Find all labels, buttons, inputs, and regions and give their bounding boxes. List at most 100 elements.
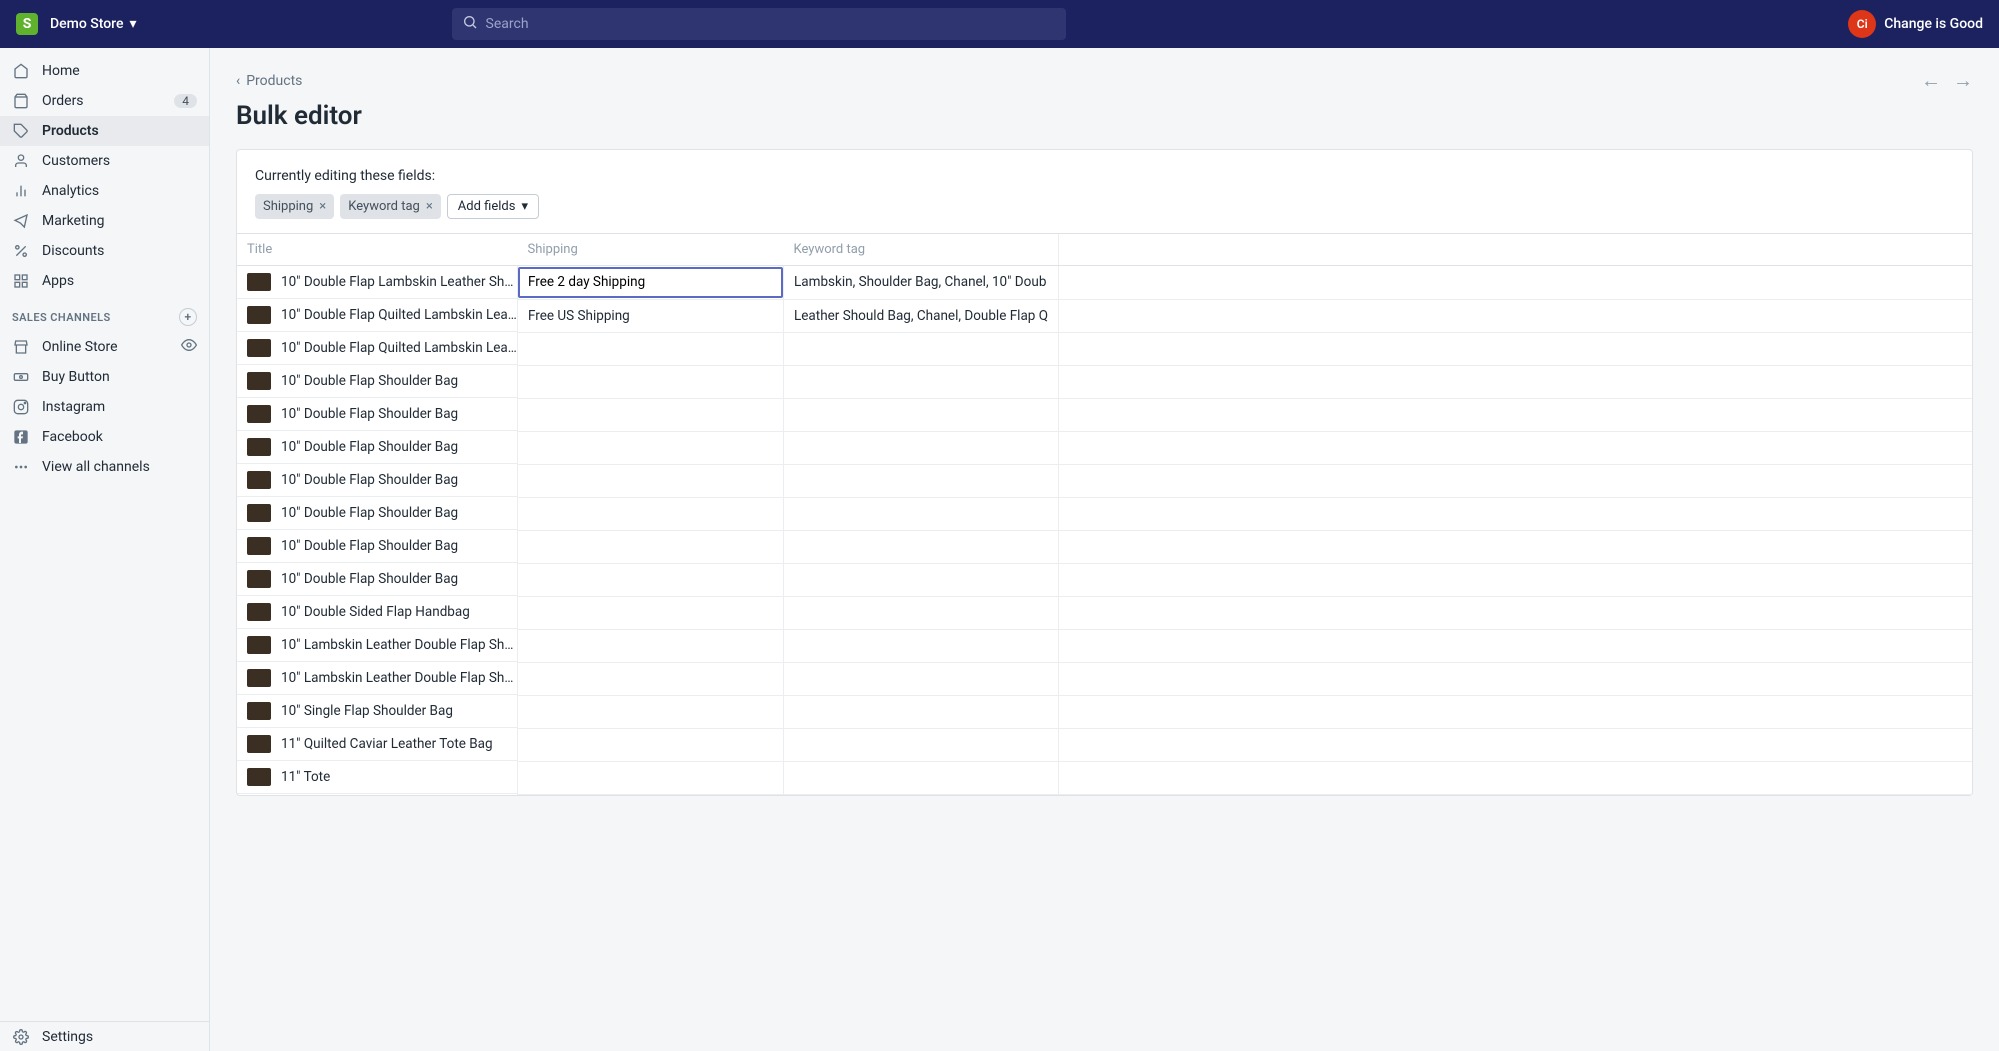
store-selector[interactable]: Demo Store ▾ [50, 16, 137, 32]
sidebar-item-label: Analytics [42, 183, 99, 199]
title-cell[interactable]: 10" Double Flap Quilted Lambskin Lea… [237, 332, 517, 365]
shipping-cell[interactable] [518, 662, 784, 695]
field-tag: Keyword tag× [340, 194, 441, 219]
facebook-icon [12, 428, 30, 446]
next-arrow[interactable]: → [1953, 68, 1973, 93]
title-cell[interactable]: 10" Double Flap Shoulder Bag [237, 464, 517, 497]
title-cell[interactable]: 10" Double Flap Shoulder Bag [237, 365, 517, 398]
channel-facebook[interactable]: Facebook [0, 422, 209, 452]
shipping-cell[interactable] [518, 332, 784, 365]
remove-tag-button[interactable]: × [319, 199, 326, 214]
keyword-cell[interactable]: Leather Should Bag, Chanel, Double Flap … [784, 299, 1059, 332]
title-cell[interactable]: 10" Double Flap Shoulder Bag [237, 497, 517, 530]
shipping-cell[interactable] [518, 431, 784, 464]
product-title: 10" Double Flap Shoulder Bag [281, 472, 458, 488]
column-header[interactable]: Keyword tag [784, 234, 1059, 266]
table-row: 10" Double Flap Quilted Lambskin Lea… [237, 332, 1972, 365]
product-thumbnail [247, 537, 271, 555]
keyword-cell[interactable] [784, 398, 1059, 431]
product-title: 10" Double Flap Shoulder Bag [281, 406, 458, 422]
keyword-cell[interactable] [784, 332, 1059, 365]
title-cell[interactable]: 10" Single Flap Shoulder Bag [237, 695, 517, 728]
eye-icon[interactable] [181, 337, 197, 357]
channel-view-all-channels[interactable]: View all channels [0, 452, 209, 482]
title-cell[interactable]: 10" Double Flap Shoulder Bag [237, 398, 517, 431]
gear-icon [12, 1028, 30, 1046]
title-cell[interactable]: 11" Tote [237, 761, 517, 794]
sidebar-item-marketing[interactable]: Marketing [0, 206, 209, 236]
keyword-cell[interactable] [784, 728, 1059, 761]
title-cell[interactable]: 10" Double Sided Flap Handbag [237, 596, 517, 629]
title-cell[interactable]: 10" Double Flap Lambskin Leather Sh… [237, 266, 517, 299]
sidebar-item-analytics[interactable]: Analytics [0, 176, 209, 206]
shipping-cell[interactable] [518, 497, 784, 530]
title-cell[interactable]: 10" Double Flap Shoulder Bag [237, 431, 517, 464]
title-cell[interactable]: 10" Double Flap Shoulder Bag [237, 530, 517, 563]
chevron-left-icon: ‹ [236, 73, 240, 89]
shipping-cell[interactable] [518, 629, 784, 662]
title-cell[interactable]: 11" Quilted Caviar Leather Tote Bag [237, 728, 517, 761]
product-thumbnail [247, 372, 271, 390]
keyword-cell[interactable] [784, 497, 1059, 530]
table-row: 10" Double Flap Shoulder Bag [237, 365, 1972, 398]
analytics-icon [12, 182, 30, 200]
shipping-cell[interactable] [518, 464, 784, 497]
keyword-cell[interactable] [784, 695, 1059, 728]
sidebar-item-discounts[interactable]: Discounts [0, 236, 209, 266]
sidebar-item-customers[interactable]: Customers [0, 146, 209, 176]
search-input[interactable] [486, 16, 1056, 32]
channel-buy-button[interactable]: Buy Button [0, 362, 209, 392]
product-thumbnail [247, 603, 271, 621]
product-thumbnail [247, 471, 271, 489]
channel-instagram[interactable]: Instagram [0, 392, 209, 422]
title-cell[interactable]: 10" Lambskin Leather Double Flap Sh… [237, 629, 517, 662]
keyword-cell[interactable]: Lambskin, Shoulder Bag, Chanel, 10" Doub [784, 266, 1059, 300]
shipping-cell[interactable]: Free US Shipping [518, 299, 784, 332]
keyword-cell[interactable] [784, 530, 1059, 563]
prev-arrow[interactable]: ← [1921, 68, 1941, 93]
title-cell[interactable]: 10" Double Flap Quilted Lambskin Lea… [237, 299, 517, 332]
keyword-cell[interactable] [784, 596, 1059, 629]
product-thumbnail [247, 273, 271, 291]
add-fields-button[interactable]: Add fields▾ [447, 194, 539, 219]
shipping-cell[interactable] [518, 398, 784, 431]
sidebar-item-home[interactable]: Home [0, 56, 209, 86]
shipping-cell[interactable] [518, 266, 784, 300]
remove-tag-button[interactable]: × [426, 199, 433, 214]
keyword-cell[interactable] [784, 563, 1059, 596]
shipping-cell[interactable] [518, 695, 784, 728]
shipping-cell[interactable] [518, 761, 784, 794]
breadcrumb-back[interactable]: ‹ Products [236, 73, 302, 89]
search-box[interactable] [452, 8, 1066, 40]
channel-label: Online Store [42, 339, 118, 355]
keyword-cell[interactable] [784, 464, 1059, 497]
cell-input[interactable] [518, 267, 783, 298]
shipping-cell[interactable] [518, 563, 784, 596]
shipping-cell[interactable] [518, 530, 784, 563]
add-channel-button[interactable]: + [179, 308, 197, 326]
product-title: 10" Double Flap Shoulder Bag [281, 571, 458, 587]
title-cell[interactable]: 10" Lambskin Leather Double Flap Sh… [237, 662, 517, 695]
sidebar-item-products[interactable]: Products [0, 116, 209, 146]
user-menu[interactable]: Ci Change is Good [1848, 10, 1983, 38]
sidebar-item-apps[interactable]: Apps [0, 266, 209, 296]
keyword-cell[interactable] [784, 629, 1059, 662]
shipping-cell[interactable] [518, 728, 784, 761]
apps-icon [12, 272, 30, 290]
keyword-cell[interactable] [784, 662, 1059, 695]
column-header[interactable]: Title [237, 234, 518, 266]
sidebar-item-label: Products [42, 123, 99, 139]
title-cell[interactable]: 10" Double Flap Shoulder Bag [237, 563, 517, 596]
shipping-cell[interactable] [518, 596, 784, 629]
orders-icon [12, 92, 30, 110]
shipping-cell[interactable] [518, 365, 784, 398]
keyword-cell[interactable] [784, 761, 1059, 794]
product-title: 11" Quilted Caviar Leather Tote Bag [281, 736, 493, 752]
sidebar-item-settings[interactable]: Settings [0, 1021, 209, 1051]
channel-label: Buy Button [42, 369, 110, 385]
keyword-cell[interactable] [784, 365, 1059, 398]
sidebar-item-orders[interactable]: Orders4 [0, 86, 209, 116]
keyword-cell[interactable] [784, 431, 1059, 464]
column-header[interactable]: Shipping [518, 234, 784, 266]
channel-online-store[interactable]: Online Store [0, 332, 209, 362]
